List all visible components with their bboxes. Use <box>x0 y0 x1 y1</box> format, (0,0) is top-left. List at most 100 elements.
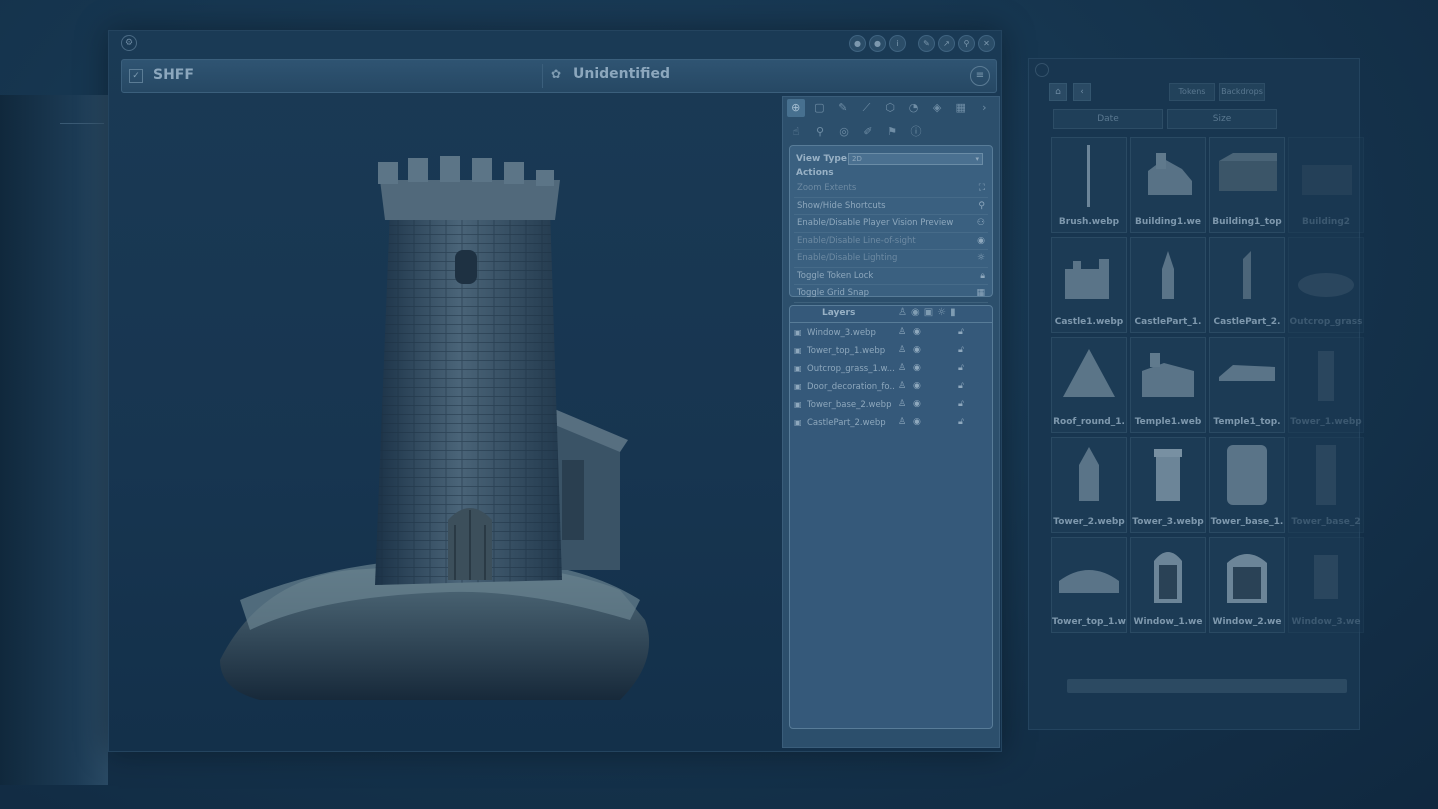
info-icon[interactable]: ⓘ <box>907 123 925 141</box>
fog-tool-icon[interactable]: ◔ <box>905 99 923 117</box>
sort-date-button[interactable]: Date <box>1053 109 1163 129</box>
identification-status[interactable]: Unidentified <box>573 66 670 82</box>
stamp-icon[interactable]: ⚑ <box>883 123 901 141</box>
players-icon[interactable]: ♙ <box>898 327 906 337</box>
asset-tile[interactable]: Tower_1.webp <box>1288 337 1364 433</box>
players-icon[interactable]: ♙ <box>898 363 906 373</box>
asset-tile[interactable]: Building1_top <box>1209 137 1285 233</box>
rectangle-tool-icon[interactable]: ▢ <box>811 99 829 117</box>
eye-icon[interactable]: ◉ <box>913 363 921 373</box>
visibility-checkbox[interactable]: ✓ <box>129 69 143 83</box>
action-show-hide-shortcuts[interactable]: Show/Hide Shortcuts ⚲ <box>794 198 988 215</box>
unlock-icon[interactable]: 🔓︎ <box>958 381 964 391</box>
pin-button[interactable]: ⚲ <box>958 35 975 52</box>
target-icon[interactable]: ◎ <box>835 123 853 141</box>
tool-panel: ⊕ ▢ ✎ ⟋ ⬡ ◔ ◈ ▦ › ☝ ⚲ ◎ ✐ ⚑ ⓘ View Type … <box>782 96 1000 748</box>
players-icon[interactable]: ♙ <box>898 399 906 409</box>
info-button[interactable]: i <box>889 35 906 52</box>
asset-tile[interactable]: Window_2.we <box>1209 537 1285 633</box>
asset-tile[interactable]: Temple1.web <box>1130 337 1206 433</box>
asset-size-slider[interactable] <box>1067 679 1347 693</box>
asset-tile[interactable]: Outcrop_grass <box>1288 237 1364 333</box>
window-menu-icon[interactable]: ⚙ <box>121 35 137 51</box>
eye-icon[interactable]: ◉ <box>911 307 920 318</box>
layer-row[interactable]: ▣ Tower_top_1.webp ♙ ◉ 🔓︎ <box>794 344 990 360</box>
asset-tile[interactable]: CastlePart_1. <box>1130 237 1206 333</box>
eye-icon[interactable]: ◉ <box>913 417 921 427</box>
image-icon[interactable]: ▣ <box>924 307 933 318</box>
template-tool-icon[interactable]: ◈ <box>928 99 946 117</box>
sort-size-button[interactable]: Size <box>1167 109 1277 129</box>
eye-icon[interactable]: ◉ <box>913 327 921 337</box>
asset-name: Building1_top <box>1212 217 1282 227</box>
asset-tile[interactable]: Window_3.we <box>1288 537 1364 633</box>
asset-tile[interactable]: Brush.webp <box>1051 137 1127 233</box>
edit-button[interactable]: ✎ <box>918 35 935 52</box>
settings-button[interactable]: ● <box>849 35 866 52</box>
grid-tool-icon[interactable]: ▦ <box>952 99 970 117</box>
asset-tile[interactable]: Tower_base_2 <box>1288 437 1364 533</box>
close-icon[interactable] <box>1035 63 1049 77</box>
asset-tile[interactable]: Roof_round_1. <box>1051 337 1127 433</box>
pencil-icon[interactable]: ✐ <box>859 123 877 141</box>
action-grid-snap[interactable]: Toggle Grid Snap ▦ <box>794 285 988 303</box>
asset-tile[interactable]: CastlePart_2. <box>1209 237 1285 333</box>
light-icon[interactable]: ☼ <box>937 307 946 318</box>
players-icon[interactable]: ♙ <box>898 307 907 318</box>
asset-tile[interactable]: Window_1.we <box>1130 537 1206 633</box>
layer-row[interactable]: ▣ Tower_base_2.webp ♙ ◉ 🔓︎ <box>794 398 990 414</box>
players-icon[interactable]: ♙ <box>898 417 906 427</box>
action-line-of-sight[interactable]: Enable/Disable Line-of-sight ◉ <box>794 233 988 250</box>
building-thumbnail <box>1302 165 1352 195</box>
hand-icon[interactable]: ☝ <box>787 123 805 141</box>
asset-tile[interactable]: Building1.we <box>1130 137 1206 233</box>
asset-tile[interactable]: Tower_2.webp <box>1051 437 1127 533</box>
view-type-select[interactable]: 2D ▾ <box>848 153 983 165</box>
tower-top <box>380 180 560 220</box>
unlock-icon[interactable]: 🔓︎ <box>958 417 964 427</box>
back-icon[interactable]: ‹ <box>1073 83 1091 101</box>
unlock-icon[interactable]: 🔓︎ <box>958 345 964 355</box>
temple-top-thumbnail <box>1219 365 1275 381</box>
asset-tile[interactable]: Building2 <box>1288 137 1364 233</box>
asset-tile[interactable]: Tower_3.webp <box>1130 437 1206 533</box>
line-tool-icon[interactable]: ⟋ <box>858 99 876 117</box>
eye-icon[interactable]: ◉ <box>913 381 921 391</box>
asset-tile[interactable]: Tower_base_1. <box>1209 437 1285 533</box>
scene-canvas[interactable] <box>150 100 780 720</box>
action-zoom-extents[interactable]: Zoom Extents ⛶ <box>794 180 988 198</box>
layer-row[interactable]: ▣ Door_decoration_fo... ♙ ◉ 🔓︎ <box>794 380 990 396</box>
action-lighting[interactable]: Enable/Disable Lighting ☼ <box>794 250 988 268</box>
unlock-icon[interactable]: 🔓︎ <box>958 363 964 373</box>
unlock-icon[interactable]: 🔓︎ <box>958 399 964 409</box>
more-tools-icon[interactable]: › <box>976 99 994 117</box>
options-icon[interactable]: ≡ <box>970 66 990 86</box>
draw-tool-icon[interactable]: ✎ <box>834 99 852 117</box>
layer-row[interactable]: ▣ CastlePart_2.webp ♙ ◉ 🔓︎ <box>794 416 990 432</box>
players-icon[interactable]: ♙ <box>898 345 906 355</box>
action-player-vision[interactable]: Enable/Disable Player Vision Preview ⚇ <box>794 215 988 233</box>
ruler-icon[interactable]: ⚲ <box>811 123 829 141</box>
home-icon[interactable]: ⌂ <box>1049 83 1067 101</box>
token-name[interactable]: SHFF <box>153 67 194 83</box>
gear-icon[interactable]: ✿ <box>551 67 561 81</box>
action-token-lock[interactable]: Toggle Token Lock 🔒︎ <box>794 268 988 285</box>
lock-icon[interactable]: ▮ <box>950 307 956 318</box>
select-tool-icon[interactable]: ⊕ <box>787 99 805 117</box>
eye-icon[interactable]: ◉ <box>913 399 921 409</box>
asset-tile[interactable]: Castle1.webp <box>1051 237 1127 333</box>
unlock-icon[interactable]: 🔓︎ <box>958 327 964 337</box>
share-button[interactable]: ↗ <box>938 35 955 52</box>
asset-tile[interactable]: Temple1_top. <box>1209 337 1285 433</box>
shape-tool-icon[interactable]: ⬡ <box>881 99 899 117</box>
tab-backdrops[interactable]: Backdrops <box>1219 83 1265 101</box>
players-icon[interactable]: ♙ <box>898 381 906 391</box>
close-button[interactable]: ✕ <box>978 35 995 52</box>
eye-icon[interactable]: ◉ <box>913 345 921 355</box>
asset-tile[interactable]: Tower_top_1.w <box>1051 537 1127 633</box>
asset-name: Window_2.we <box>1212 617 1282 627</box>
layer-row[interactable]: ▣ Outcrop_grass_1.w... ♙ ◉ 🔓︎ <box>794 362 990 378</box>
help-button[interactable]: ● <box>869 35 886 52</box>
tab-tokens[interactable]: Tokens <box>1169 83 1215 101</box>
layer-row[interactable]: ▣ Window_3.webp ♙ ◉ 🔓︎ <box>794 326 990 342</box>
